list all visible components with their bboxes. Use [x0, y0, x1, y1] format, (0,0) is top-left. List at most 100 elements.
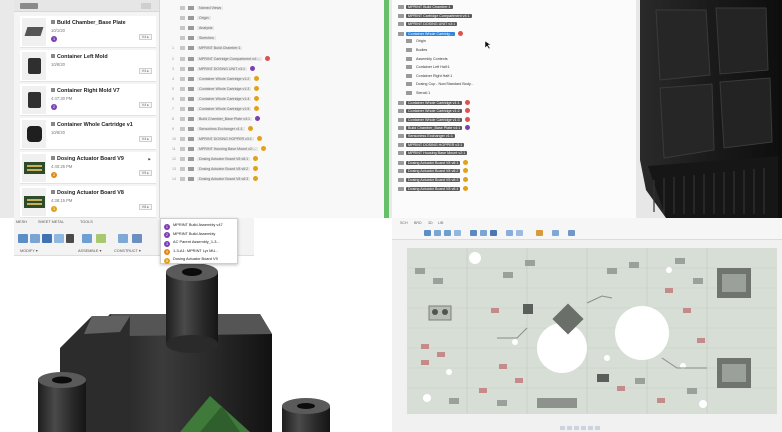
new-component-button[interactable] — [82, 234, 92, 243]
tree-row[interactable]: MPRINT Housing Base Mount v2:1 — [398, 151, 468, 159]
construct-menu[interactable]: CONSTRUCT ▾ — [114, 248, 141, 253]
tree-row[interactable]: Container Whole Cartridg... — [398, 30, 463, 39]
splitter-bar[interactable] — [384, 0, 389, 218]
tree-row[interactable]: 8 Build Chamber_Base Plate v4:1 — [172, 116, 260, 125]
visibility-toggle-icon[interactable] — [180, 167, 185, 171]
visibility-toggle-icon[interactable] — [180, 97, 185, 101]
tree-row[interactable]: Stencil:1 — [406, 91, 432, 99]
tab-lib[interactable]: LIB — [438, 221, 443, 225]
version-button[interactable]: V4 ▸ — [138, 34, 152, 40]
flag-icon[interactable]: ⚑ — [147, 157, 151, 162]
tree-row[interactable]: Dosing Actuator Board V8 v8:4 — [398, 185, 469, 194]
tree-row[interactable]: Sensorless Exchanger v1:1 — [398, 134, 455, 142]
project-logo-icon[interactable] — [20, 3, 38, 9]
tab-sheet-metal[interactable]: SHEET METAL — [38, 220, 64, 224]
tree-row[interactable]: 9 Sensorless Exchanger v1:1 — [172, 126, 253, 135]
tree-row[interactable]: 4 Container Whole Cartridge v1:2 — [172, 76, 260, 85]
visibility-toggle-icon[interactable] — [180, 26, 185, 30]
tab-3d[interactable]: 3D — [428, 221, 433, 225]
visibility-toggle-icon[interactable] — [180, 107, 185, 111]
tree-row[interactable]: Dosing Actuator Board V8 v8:2 — [398, 168, 469, 176]
polygon-icon[interactable] — [480, 230, 487, 236]
page-tab-1[interactable] — [560, 426, 565, 430]
tree-row[interactable]: 6 Container Whole Cartridge v1:4 — [172, 96, 260, 105]
dropdown-item[interactable]: 5 Dosing Actuator Board V9 — [164, 256, 218, 264]
axis-button[interactable] — [132, 234, 142, 243]
tree-row[interactable]: MPRINT Cartridge Compartment v4:1 — [398, 13, 472, 22]
via-icon[interactable] — [470, 230, 477, 236]
page-tab-5[interactable] — [588, 426, 593, 430]
tree-row[interactable]: Dosing Actuator Board V8 v8:1 — [398, 159, 469, 168]
visibility-toggle-icon[interactable] — [180, 77, 185, 81]
tree-row[interactable]: 2 MPRINT Cartridge Compartment v4:... — [172, 56, 271, 65]
visibility-toggle-icon[interactable] — [180, 6, 185, 10]
visibility-toggle-icon[interactable] — [180, 117, 185, 121]
dropdown-item[interactable]: 1 MPRINT Build Assembly v47 — [164, 222, 223, 230]
grid-icon[interactable] — [516, 230, 523, 236]
tree-row[interactable]: Bodies — [406, 48, 429, 56]
visibility-toggle-icon[interactable] — [180, 127, 185, 131]
drc-icon[interactable] — [490, 230, 497, 236]
delete-icon[interactable] — [454, 230, 461, 236]
tree-row[interactable]: Container Right Half:1 — [406, 73, 454, 82]
cartridge-3d-view[interactable] — [636, 0, 782, 218]
page-tab-2[interactable] — [567, 426, 572, 430]
tree-row[interactable]: 14 Dosing Actuator Board V8 v8:3 — [172, 176, 259, 185]
tree-row[interactable]: 13 Dosing Actuator Board V8 v8:2 — [172, 166, 259, 175]
fillet-button[interactable] — [30, 234, 40, 243]
file-card[interactable]: Build Chamber_Base Plate 10/1/20 1 V4 ▸ — [20, 16, 156, 48]
visibility-toggle-icon[interactable] — [180, 87, 185, 91]
rotate-icon[interactable] — [444, 230, 451, 236]
tree-row[interactable]: 5 Container Whole Cartridge v1:3 — [172, 86, 260, 95]
tree-row[interactable]: 12 Dosing Actuator Board V8 v8:1 — [172, 156, 259, 165]
modify-menu[interactable]: MODIFY ▾ — [20, 248, 38, 253]
manufacture-icon[interactable] — [568, 230, 575, 236]
tree-row[interactable]: Container Left Half:1 — [406, 65, 452, 73]
tree-row[interactable]: MPRINT DOSING UNIT v3:1 — [398, 22, 458, 30]
shell-button[interactable] — [42, 234, 52, 243]
file-card[interactable]: Container Left Mold 10/8/20 V4 ▸ — [20, 50, 156, 82]
warning-icon[interactable] — [536, 230, 543, 236]
route-icon[interactable] — [424, 230, 431, 236]
visibility-toggle-icon[interactable] — [180, 16, 185, 20]
tree-row[interactable]: Origin — [406, 39, 428, 47]
version-button[interactable]: V4 ▸ — [138, 136, 152, 142]
version-button[interactable]: V4 ▸ — [138, 68, 152, 74]
move-copy-button[interactable] — [66, 234, 74, 243]
panel-menu-icon[interactable] — [141, 3, 151, 9]
tree-row[interactable]: 1 MPRINT Build Chamber:1 — [172, 46, 243, 55]
visibility-toggle-icon[interactable] — [180, 46, 185, 50]
file-card[interactable]: Dosing Actuator Board V8 4:38:15 PM 1 V8 ▸ — [20, 186, 156, 218]
visibility-toggle-icon[interactable] — [180, 57, 185, 61]
visibility-toggle-icon[interactable] — [180, 177, 185, 181]
tree-row[interactable]: Dosing Actuator Board V8 v8:3 — [398, 177, 469, 185]
visibility-toggle-icon[interactable] — [180, 67, 185, 71]
tree-row[interactable]: Sketches — [172, 36, 216, 45]
file-card[interactable]: Container Right Mold V7 4:47:30 PM 2 V4 ▸ — [20, 84, 156, 116]
tree-row[interactable]: 10 MPRINT DOSING HOPPER v3:1 — [172, 136, 262, 145]
move-icon[interactable] — [434, 230, 441, 236]
tab-brd[interactable]: BRD — [414, 221, 422, 225]
tree-row[interactable]: Origin — [172, 16, 211, 25]
tree-row[interactable]: MPRINT DOSING HOPPER v3:1 — [398, 142, 465, 151]
page-tab-4[interactable] — [581, 426, 586, 430]
pcb-layout-viewer[interactable]: SCH BRD 3D LIB — [392, 218, 782, 432]
tree-row[interactable]: Container Whole Cartridge v1:3 — [398, 116, 470, 125]
dropdown-item[interactable]: 2 MPRINT Build Assembly — [164, 231, 215, 239]
file-card[interactable]: Dosing Actuator Board V9 4:40:25 PM 2 V9 ▸ ⚑ — [20, 152, 156, 184]
visibility-toggle-icon[interactable] — [180, 137, 185, 141]
layers-icon[interactable] — [506, 230, 513, 236]
tree-row[interactable]: 3 MPRINT DOSING UNIT v3:1 — [172, 66, 255, 75]
tab-tools[interactable]: TOOLS — [80, 220, 93, 224]
file-card[interactable]: Container Whole Cartridge v1 10/8/20 V4 ▸ — [20, 118, 156, 150]
tree-row[interactable]: Named Views — [172, 6, 224, 15]
export-icon[interactable] — [552, 230, 559, 236]
page-tab-3[interactable] — [574, 426, 579, 430]
tree-row[interactable]: 11 MPRINT Housing Base Mount v2:... — [172, 146, 266, 155]
assemble-menu[interactable]: ASSEMBLE ▾ — [78, 248, 101, 253]
offset-plane-button[interactable] — [118, 234, 128, 243]
tree-row[interactable]: Assembly Contexts — [406, 56, 450, 65]
tree-row[interactable]: Analysis — [172, 26, 215, 35]
tree-row[interactable]: MPRINT Build Chamber:1 — [398, 5, 453, 13]
dropdown-item[interactable]: 4 1-3-A1: MPRINT Lyr MU... — [164, 248, 218, 256]
